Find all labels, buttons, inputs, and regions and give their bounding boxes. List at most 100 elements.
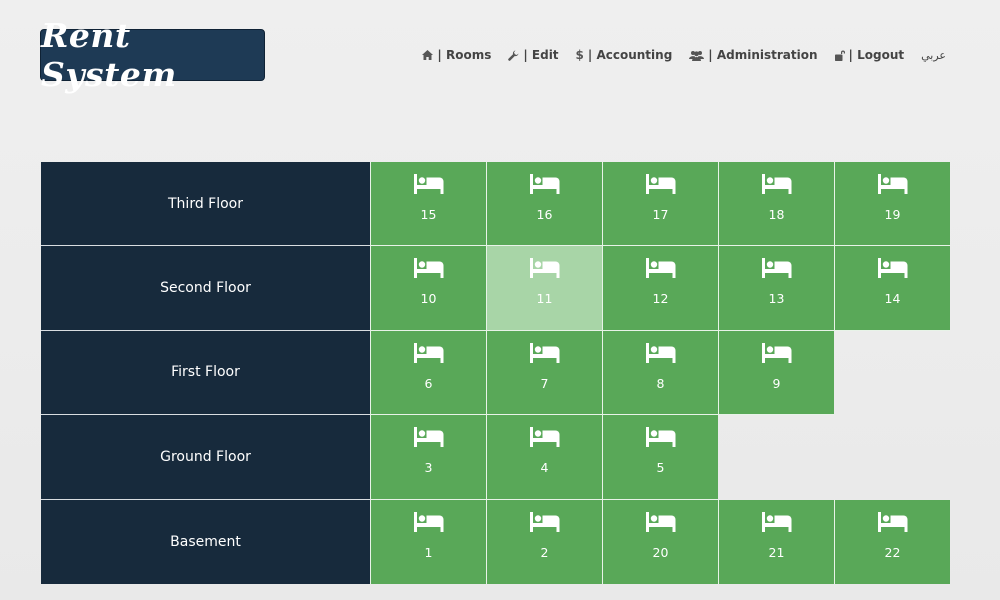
logo[interactable]: Rent System	[40, 16, 265, 94]
bed-icon	[413, 174, 444, 194]
room-number: 6	[424, 375, 433, 391]
bed-icon	[413, 511, 444, 532]
room-number: 2	[540, 544, 549, 560]
room-number: 19	[884, 207, 901, 222]
bed-icon	[529, 258, 560, 279]
room-number: 16	[536, 207, 553, 222]
room-number: 12	[652, 291, 669, 307]
room-13[interactable]: 13	[718, 246, 834, 331]
floor-label: Ground Floor	[41, 415, 370, 500]
logo-text: Rent System	[41, 16, 177, 94]
nav-rooms-label: | Rooms	[437, 48, 492, 62]
home-icon	[422, 50, 434, 60]
nav-edit[interactable]: | Edit	[508, 48, 559, 62]
room-number: 7	[540, 375, 549, 391]
room-number: 1	[424, 544, 433, 560]
bed-icon	[645, 511, 676, 532]
nav-accounting[interactable]: $ | Accounting	[576, 48, 673, 62]
room-1[interactable]: 1	[370, 499, 486, 584]
bed-icon	[761, 342, 792, 363]
floor-rooms: 1 2 20 21 22	[370, 499, 950, 584]
nav-accounting-label: | Accounting	[587, 48, 673, 62]
room-number: 14	[884, 291, 901, 307]
room-9[interactable]: 9	[718, 330, 834, 416]
floor-rooms: 10 11 12 13 14	[370, 246, 950, 331]
bed-icon	[529, 427, 560, 448]
unlock-icon	[834, 50, 845, 61]
room-19[interactable]: 19	[834, 162, 950, 247]
room-16[interactable]: 16	[486, 162, 602, 247]
room-18[interactable]: 18	[718, 162, 834, 247]
room-number: 15	[420, 207, 437, 222]
floor-rooms: 3 4 5	[370, 415, 718, 500]
bed-icon	[877, 174, 908, 194]
users-icon	[689, 50, 705, 61]
floor-row: Third Floor 15 16 17 18 19	[41, 162, 950, 247]
bed-icon	[529, 342, 560, 363]
room-3[interactable]: 3	[370, 415, 486, 500]
room-10[interactable]: 10	[370, 246, 486, 331]
bed-icon	[761, 258, 792, 279]
bed-icon	[645, 427, 676, 448]
room-2[interactable]: 2	[486, 499, 602, 584]
room-number: 5	[656, 460, 665, 476]
room-number: 21	[768, 544, 785, 560]
bed-icon	[413, 342, 444, 363]
room-number: 13	[768, 291, 785, 307]
floor-label: Basement	[41, 499, 370, 584]
room-number: 4	[540, 460, 549, 476]
room-11[interactable]: 11	[486, 246, 602, 331]
room-7[interactable]: 7	[486, 330, 602, 416]
bed-icon	[645, 258, 676, 279]
room-number: 17	[652, 207, 669, 222]
bed-icon	[877, 258, 908, 279]
room-12[interactable]: 12	[602, 246, 718, 331]
bed-icon	[413, 258, 444, 279]
top-nav: | Rooms | Edit $ | Accounting | Administ…	[405, 48, 946, 62]
nav-edit-label: | Edit	[523, 48, 559, 62]
bed-icon	[761, 174, 792, 194]
room-number: 11	[536, 291, 553, 307]
bed-icon	[413, 427, 444, 448]
nav-administration-label: | Administration	[708, 48, 818, 62]
room-17[interactable]: 17	[602, 162, 718, 247]
floor-label: Third Floor	[41, 162, 370, 247]
room-number: 8	[656, 375, 665, 391]
nav-rooms[interactable]: | Rooms	[422, 48, 491, 62]
floor-label: Second Floor	[41, 246, 370, 331]
room-6[interactable]: 6	[370, 330, 486, 416]
floor-row: First Floor 6 7 8 9	[41, 330, 950, 416]
nav-administration[interactable]: | Administration	[689, 48, 818, 62]
floors-grid: Third Floor 15 16 17 18 19 Second Floor 10 11 12 1…	[41, 162, 950, 584]
room-number: 3	[424, 460, 433, 476]
floor-label: First Floor	[41, 330, 370, 416]
room-number: 22	[884, 544, 901, 560]
room-15[interactable]: 15	[370, 162, 486, 247]
room-number: 20	[652, 544, 669, 560]
dollar-icon: $	[575, 48, 584, 62]
room-number: 10	[420, 291, 437, 307]
room-number: 9	[772, 375, 781, 391]
bed-icon	[877, 511, 908, 532]
nav-logout[interactable]: | Logout	[834, 48, 905, 62]
room-8[interactable]: 8	[602, 330, 718, 416]
bed-icon	[529, 174, 560, 194]
bed-icon	[645, 174, 676, 194]
nav-logout-label: | Logout	[848, 48, 905, 62]
floor-rooms: 6 7 8 9	[370, 330, 834, 416]
floor-row: Basement 1 2 20 21 22	[41, 499, 950, 584]
room-5[interactable]: 5	[602, 415, 718, 500]
wrench-icon	[508, 50, 519, 61]
bed-icon	[529, 511, 560, 532]
room-number: 18	[768, 207, 785, 222]
room-21[interactable]: 21	[718, 499, 834, 584]
floor-row: Ground Floor 3 4 5	[41, 415, 950, 500]
room-20[interactable]: 20	[602, 499, 718, 584]
bed-icon	[761, 511, 792, 532]
floor-row: Second Floor 10 11 12 13 14	[41, 246, 950, 331]
room-22[interactable]: 22	[834, 499, 950, 584]
room-14[interactable]: 14	[834, 246, 950, 331]
language-switch[interactable]: عربي	[921, 49, 946, 62]
room-4[interactable]: 4	[486, 415, 602, 500]
floor-rooms: 15 16 17 18 19	[370, 162, 950, 247]
